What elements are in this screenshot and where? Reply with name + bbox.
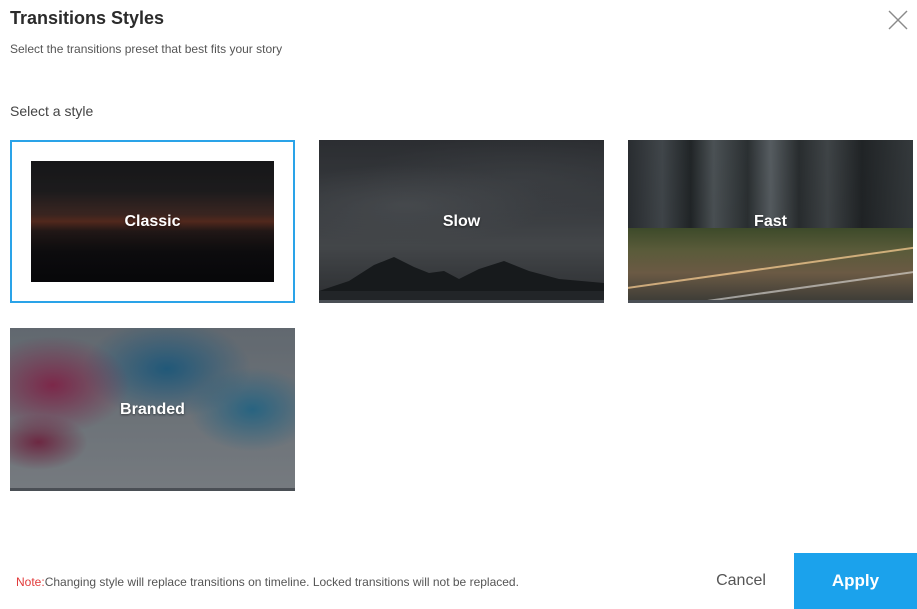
style-card-classic[interactable]: Classic <box>10 140 295 303</box>
note-text: Changing style will replace transitions … <box>44 575 519 589</box>
transitions-styles-dialog: Transitions Styles Select the transition… <box>0 0 917 609</box>
section-label: Select a style <box>10 103 94 119</box>
dialog-title: Transitions Styles <box>10 8 165 28</box>
style-card-label: Branded <box>120 400 185 418</box>
style-card-label: Slow <box>442 212 481 230</box>
style-card-fast[interactable]: Fast <box>628 140 913 303</box>
style-card-branded[interactable]: Branded <box>10 328 295 491</box>
close-button[interactable] <box>887 9 909 31</box>
card-bottom-bar <box>319 300 604 303</box>
card-bottom-bar <box>628 300 913 303</box>
style-card-slow[interactable]: Slow <box>319 140 604 303</box>
apply-button[interactable]: Apply <box>794 553 917 609</box>
close-icon <box>888 10 908 30</box>
note-prefix: Note: <box>16 575 45 589</box>
mountains-icon <box>319 257 604 303</box>
dialog-subtitle: Select the transitions preset that best … <box>10 42 283 56</box>
footer-note: Note:Changing style will replace transit… <box>16 575 519 589</box>
style-card-label: Fast <box>754 212 787 230</box>
style-card-label: Classic <box>124 212 181 230</box>
cancel-button[interactable]: Cancel <box>695 553 787 609</box>
card-bottom-bar <box>10 488 295 491</box>
